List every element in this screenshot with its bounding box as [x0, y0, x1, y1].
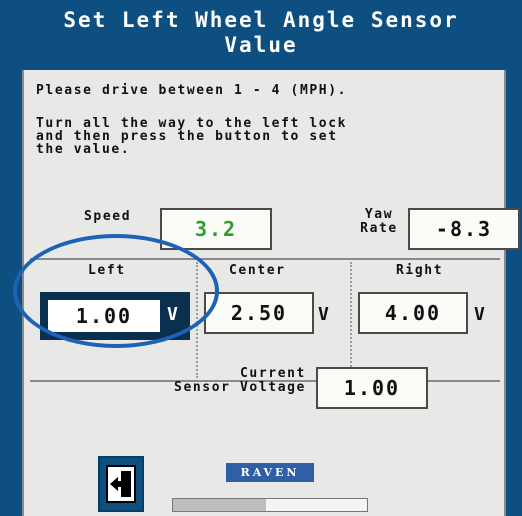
- center-value-field: 2.50: [204, 292, 314, 334]
- progress-fill: [173, 499, 267, 511]
- center-label: Center: [229, 263, 286, 278]
- right-unit: V: [474, 304, 485, 325]
- center-unit: V: [318, 304, 329, 325]
- highlight-oval: [13, 234, 219, 348]
- set-value-button[interactable]: [98, 456, 144, 512]
- right-value-field: 4.00: [358, 292, 468, 334]
- page-title-line1: Set Left Wheel Angle Sensor: [63, 8, 459, 32]
- progress-bar: [172, 498, 368, 512]
- instruction-speed: Please drive between 1 - 4 (MPH).: [36, 83, 348, 98]
- current-voltage-label-line2: Sensor Voltage: [174, 380, 306, 395]
- yaw-rate-label-line1: Yaw: [364, 207, 394, 222]
- current-voltage-value: 1.00: [316, 367, 428, 409]
- right-label: Right: [396, 263, 444, 278]
- current-voltage-label-line1: Current: [240, 366, 306, 381]
- page-title-line2: Value: [224, 33, 298, 57]
- divider-center-right: [350, 262, 352, 378]
- yaw-rate-label-line2: Rate: [360, 221, 398, 236]
- yaw-rate-value: -8.3: [408, 208, 520, 250]
- set-value-icon: [104, 463, 138, 509]
- instruction-line-4: the value.: [36, 142, 131, 157]
- page-title: Set Left Wheel Angle Sensor Value: [2, 2, 520, 62]
- raven-logo: RAVEN: [226, 463, 314, 482]
- yaw-rate-label: Yaw Rate: [360, 208, 398, 236]
- current-voltage-label: Current Sensor Voltage: [120, 367, 306, 395]
- speed-label: Speed: [84, 209, 132, 224]
- speed-value: 3.2: [160, 208, 272, 250]
